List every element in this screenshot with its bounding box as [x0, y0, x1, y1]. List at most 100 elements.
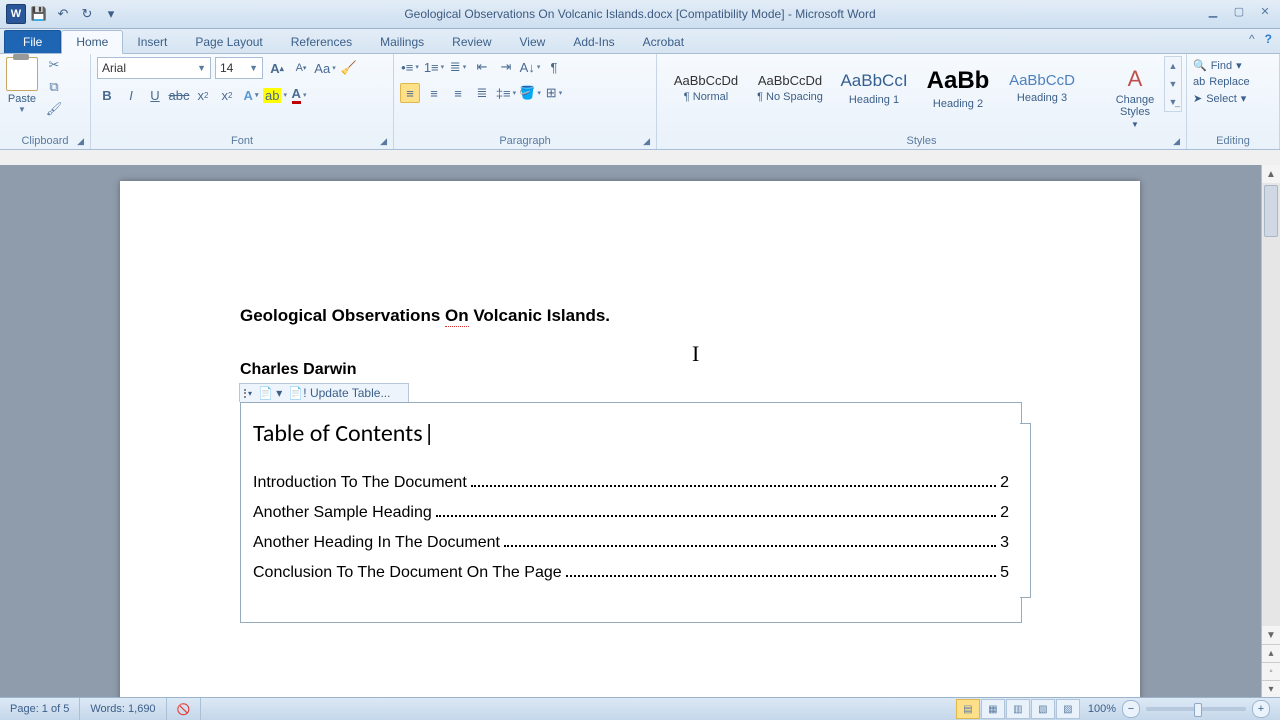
style-item-1[interactable]: AaBbCcDd¶ No Spacing: [749, 59, 831, 117]
tab-view[interactable]: View: [506, 31, 560, 53]
tab-home[interactable]: Home: [61, 30, 123, 54]
shrink-font-button[interactable]: A▾: [291, 58, 311, 78]
redo-button[interactable]: ↻: [78, 5, 96, 23]
style-item-0[interactable]: AaBbCcDd¶ Normal: [665, 59, 747, 117]
justify-button[interactable]: ≣: [472, 83, 492, 103]
tab-acrobat[interactable]: Acrobat: [629, 31, 698, 53]
fullscreen-reading-view[interactable]: ▦: [981, 699, 1005, 719]
tab-file[interactable]: File: [4, 30, 61, 53]
change-styles-button[interactable]: A Change Styles ▼: [1107, 57, 1163, 133]
show-hide-button[interactable]: ¶: [544, 57, 564, 77]
sort-button[interactable]: A↓: [520, 57, 540, 77]
toc-entry[interactable]: Conclusion To The Document On The Page5: [253, 564, 1009, 582]
proofing-status[interactable]: 🚫: [167, 698, 202, 720]
decrease-indent-button[interactable]: ⇤: [472, 57, 492, 77]
style-item-3[interactable]: AaBbHeading 2: [917, 59, 999, 117]
style-scroll-up[interactable]: ▲: [1165, 57, 1181, 75]
toc-title[interactable]: Table of Contents: [253, 419, 1009, 448]
tab-mailings[interactable]: Mailings: [366, 31, 438, 53]
tab-review[interactable]: Review: [438, 31, 505, 53]
bold-button[interactable]: B: [97, 85, 117, 105]
tab-insert[interactable]: Insert: [123, 31, 181, 53]
page-number-status[interactable]: Page: 1 of 5: [0, 698, 80, 720]
line-spacing-button[interactable]: ‡≡: [496, 83, 516, 103]
maximize-button[interactable]: ▢: [1230, 4, 1248, 18]
shading-button[interactable]: 🪣: [520, 83, 540, 103]
browse-object-button[interactable]: ◦: [1262, 662, 1280, 680]
format-painter-button[interactable]: 🖌: [46, 101, 62, 117]
align-left-button[interactable]: ≡: [400, 83, 420, 103]
update-table-button[interactable]: 📄! Update Table...: [288, 386, 390, 400]
superscript-button[interactable]: x2: [217, 85, 237, 105]
change-case-button[interactable]: Aa: [315, 58, 335, 78]
zoom-slider[interactable]: [1146, 707, 1246, 711]
zoom-level[interactable]: 100%: [1088, 703, 1116, 715]
scroll-thumb[interactable]: [1264, 185, 1278, 237]
help-button[interactable]: ?: [1265, 32, 1272, 46]
select-button[interactable]: ➤Select ▾: [1193, 90, 1273, 107]
multilevel-list-button[interactable]: ≣: [448, 57, 468, 77]
find-button[interactable]: 🔍Find ▾: [1193, 57, 1273, 74]
qat-customize[interactable]: ▾: [102, 5, 120, 23]
zoom-out-button[interactable]: −: [1122, 700, 1140, 718]
toc-entry[interactable]: Another Heading In The Document3: [253, 534, 1009, 552]
web-layout-view[interactable]: ▥: [1006, 699, 1030, 719]
text-effects-button[interactable]: A: [241, 85, 261, 105]
bullets-button[interactable]: •≡: [400, 57, 420, 77]
scroll-up-button[interactable]: ▲: [1262, 165, 1280, 183]
increase-indent-button[interactable]: ⇥: [496, 57, 516, 77]
scroll-down-button[interactable]: ▼: [1262, 626, 1280, 644]
document-author[interactable]: Charles Darwin: [240, 361, 1020, 379]
cut-button[interactable]: ✂: [46, 57, 62, 73]
zoom-in-button[interactable]: +: [1252, 700, 1270, 718]
style-item-2[interactable]: AaBbCcIHeading 1: [833, 59, 915, 117]
align-center-button[interactable]: ≡: [424, 83, 444, 103]
subscript-button[interactable]: x2: [193, 85, 213, 105]
style-scroll-down[interactable]: ▼: [1165, 75, 1181, 93]
strikethrough-button[interactable]: abc: [169, 85, 189, 105]
clipboard-dialog-launcher[interactable]: ◢: [77, 136, 84, 147]
print-layout-view[interactable]: ▤: [956, 699, 980, 719]
toc-options-button[interactable]: 📄 ▾: [258, 386, 282, 400]
tab-page-layout[interactable]: Page Layout: [181, 31, 276, 53]
draft-view[interactable]: ▨: [1056, 699, 1080, 719]
font-dialog-launcher[interactable]: ◢: [380, 136, 387, 147]
highlight-button[interactable]: ab: [265, 85, 285, 105]
outline-view[interactable]: ▧: [1031, 699, 1055, 719]
table-of-contents[interactable]: Table of Contents Introduction To The Do…: [240, 402, 1022, 623]
previous-page-button[interactable]: ▴: [1262, 644, 1280, 662]
scroll-track[interactable]: [1262, 183, 1280, 626]
copy-button[interactable]: ⧉: [46, 79, 62, 95]
next-page-button[interactable]: ▾: [1262, 680, 1280, 698]
toc-entry[interactable]: Another Sample Heading2: [253, 504, 1009, 522]
zoom-slider-thumb[interactable]: [1194, 703, 1202, 717]
font-name-combo[interactable]: Arial▼: [97, 57, 211, 79]
save-button[interactable]: 💾: [30, 5, 48, 23]
font-color-button[interactable]: A: [289, 85, 309, 105]
replace-button[interactable]: abReplace: [1193, 74, 1273, 90]
toc-handle-icon[interactable]: ▾: [244, 389, 252, 398]
tab-references[interactable]: References: [277, 31, 366, 53]
paste-button[interactable]: Paste ▼: [6, 57, 38, 117]
clear-formatting-button[interactable]: 🧹: [339, 58, 359, 78]
paragraph-dialog-launcher[interactable]: ◢: [643, 136, 650, 147]
undo-button[interactable]: ↶: [54, 5, 72, 23]
minimize-ribbon-button[interactable]: ^: [1249, 32, 1255, 46]
styles-dialog-launcher[interactable]: ◢: [1173, 136, 1180, 147]
vertical-scrollbar[interactable]: ▲ ▼ ▴ ◦ ▾: [1261, 165, 1280, 698]
underline-button[interactable]: U: [145, 85, 165, 105]
toc-entry[interactable]: Introduction To The Document2: [253, 474, 1009, 492]
page[interactable]: Geological Observations On Volcanic Isla…: [120, 181, 1140, 698]
style-item-4[interactable]: AaBbCcDHeading 3: [1001, 59, 1083, 117]
borders-button[interactable]: ⊞: [544, 83, 564, 103]
document-title[interactable]: Geological Observations On Volcanic Isla…: [240, 306, 1020, 327]
grow-font-button[interactable]: A▴: [267, 58, 287, 78]
minimize-button[interactable]: ▁: [1204, 4, 1222, 18]
align-right-button[interactable]: ≡: [448, 83, 468, 103]
tab-addins[interactable]: Add-Ins: [559, 31, 628, 53]
style-gallery-expand[interactable]: ▼̲: [1165, 93, 1181, 111]
italic-button[interactable]: I: [121, 85, 141, 105]
numbering-button[interactable]: 1≡: [424, 57, 444, 77]
word-count-status[interactable]: Words: 1,690: [80, 698, 166, 720]
font-size-combo[interactable]: 14▼: [215, 57, 263, 79]
